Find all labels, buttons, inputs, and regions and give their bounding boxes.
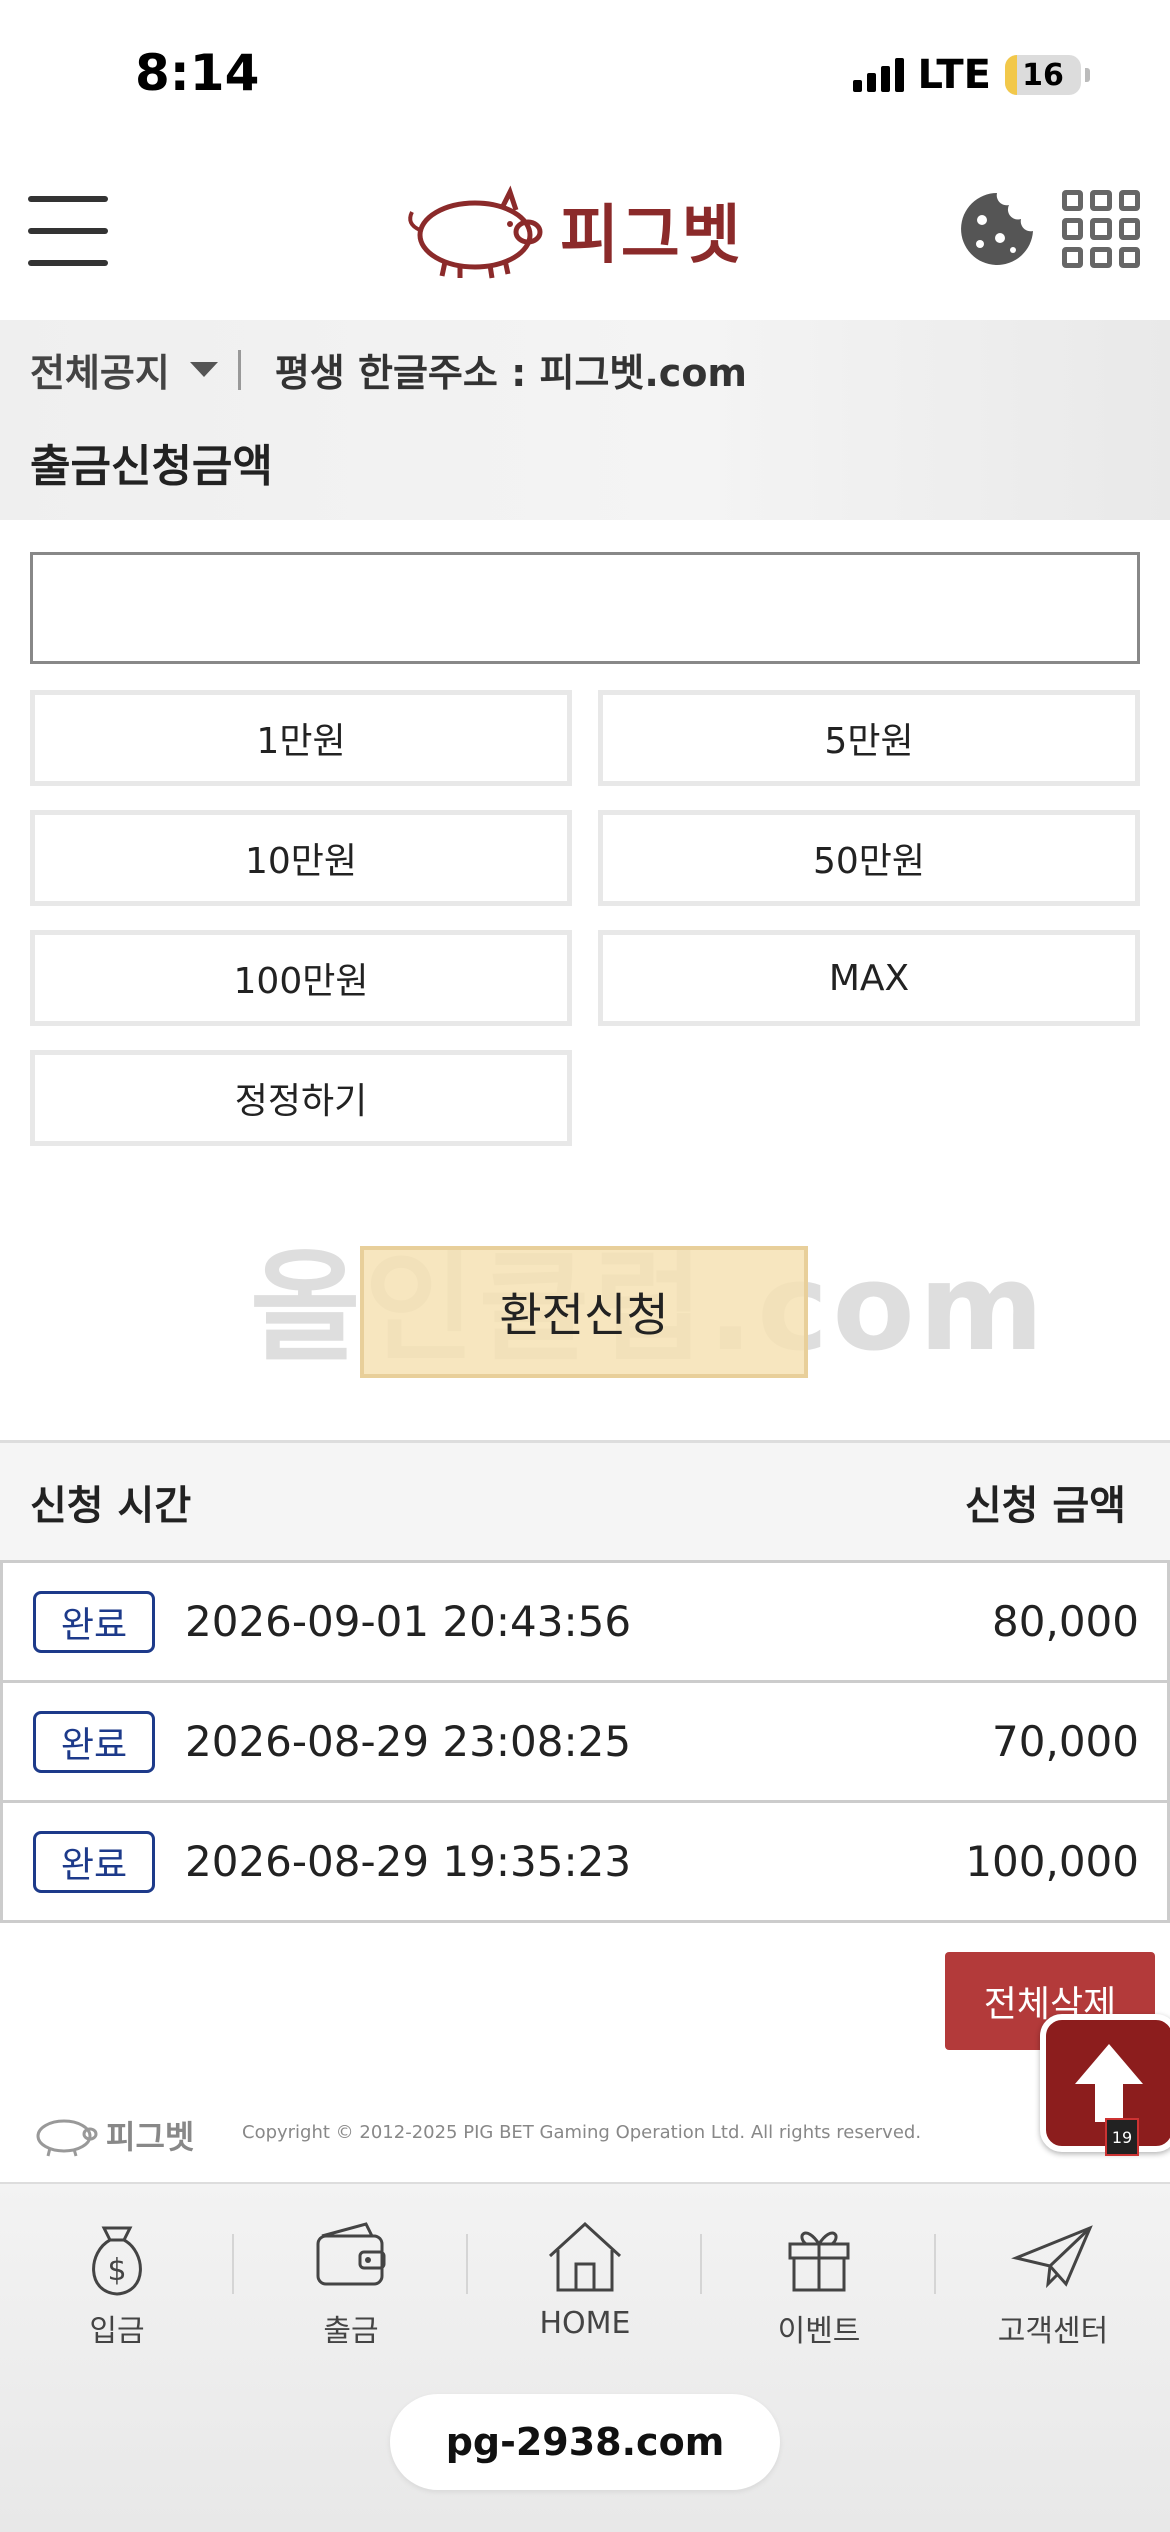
- cookie-icon[interactable]: [958, 190, 1036, 268]
- signal-icon: [852, 58, 904, 92]
- status-badge: 완료: [33, 1710, 155, 1773]
- withdraw-history-table: 신청 시간 신청 금액 완료 2026-09-01 20:43:56 80,00…: [0, 1440, 1170, 1923]
- battery-icon: 16: [1005, 55, 1081, 95]
- divider: [237, 349, 241, 390]
- status-badge: 완료: [33, 1830, 155, 1893]
- table-row: 완료 2026-09-01 20:43:56 80,000: [0, 1563, 1170, 1683]
- browser-url-bar[interactable]: pg-2938.com: [390, 2394, 780, 2490]
- submit-area: 올인클럽.com 환전신청: [0, 1180, 1170, 1410]
- quick-amount-button[interactable]: 100만원: [30, 930, 572, 1026]
- brand-logo[interactable]: 피그벳: [400, 180, 743, 280]
- apps-grid-icon[interactable]: [1062, 190, 1140, 268]
- row-time: 2026-09-01 20:43:56: [185, 1597, 632, 1646]
- notice-category[interactable]: 전체공지: [30, 342, 170, 397]
- table-header: 신청 시간 신청 금액: [0, 1443, 1170, 1563]
- svg-text:$: $: [107, 2253, 126, 2288]
- logo-text: 피그벳: [560, 199, 743, 273]
- battery-cap: [1085, 68, 1090, 82]
- footer-logo: 피그벳: [30, 2110, 194, 2160]
- wallet-icon: [316, 2222, 386, 2286]
- status-indicators: LTE 16: [852, 52, 1090, 98]
- row-amount: 80,000: [992, 1597, 1139, 1646]
- nav-support[interactable]: 고객센터: [936, 2214, 1170, 2350]
- quick-amount-button[interactable]: 1만원: [30, 690, 572, 786]
- nav-label: 고객센터: [997, 2314, 1109, 2349]
- column-header-time: 신청 시간: [30, 1482, 192, 1529]
- notice-bar: 전체공지 평생 한글주소 : 피그벳.com 출금신청금액: [0, 320, 1170, 520]
- nav-withdraw[interactable]: 출금: [234, 2214, 468, 2350]
- page-title: 출금신청금액: [30, 441, 273, 492]
- status-time: 8:14: [135, 44, 260, 102]
- chevron-down-icon[interactable]: [189, 362, 218, 377]
- nav-label: 입금: [89, 2314, 145, 2349]
- row-amount: 100,000: [965, 1837, 1139, 1886]
- nav-label: HOME: [539, 2306, 631, 2341]
- nav-event[interactable]: 이벤트: [702, 2214, 936, 2350]
- nav-home[interactable]: HOME: [468, 2214, 702, 2341]
- quick-amount-button[interactable]: 50만원: [598, 810, 1140, 906]
- max-amount-button[interactable]: MAX: [598, 930, 1140, 1026]
- quick-amount-button[interactable]: 5만원: [598, 690, 1140, 786]
- menu-icon[interactable]: [28, 196, 108, 266]
- footer-logo-text: 피그벳: [106, 2118, 195, 2156]
- paper-plane-icon: [1011, 2225, 1093, 2289]
- nav-deposit[interactable]: $ 입금: [0, 2214, 234, 2350]
- table-row: 완료 2026-08-29 23:08:25 70,000: [0, 1683, 1170, 1803]
- status-bar: 8:14 LTE 16: [0, 0, 1170, 150]
- home-icon: [548, 2221, 622, 2292]
- battery-level: 16: [1022, 57, 1064, 93]
- pig-icon: [36, 2119, 98, 2157]
- quick-amount-button[interactable]: 10만원: [30, 810, 572, 906]
- withdraw-submit-button[interactable]: 환전신청: [360, 1246, 808, 1378]
- notice-row[interactable]: 전체공지 평생 한글주소 : 피그벳.com: [30, 342, 747, 397]
- row-amount: 70,000: [992, 1717, 1139, 1766]
- network-label: LTE: [917, 52, 991, 98]
- age-restriction-badge: 19: [1105, 2118, 1139, 2156]
- footer: 피그벳 Copyright © 2012-2025 PIG BET Gaming…: [0, 2100, 1170, 2180]
- withdraw-amount-input[interactable]: [30, 552, 1140, 664]
- row-time: 2026-08-29 23:08:25: [185, 1717, 632, 1766]
- nav-label: 이벤트: [777, 2314, 861, 2349]
- notice-text: 평생 한글주소 : 피그벳.com: [274, 351, 748, 395]
- gift-icon: [788, 2231, 850, 2292]
- column-header-amount: 신청 금액: [964, 1482, 1126, 1529]
- row-time: 2026-08-29 19:35:23: [185, 1837, 632, 1886]
- money-bag-icon: $: [92, 2226, 142, 2296]
- table-row: 완료 2026-08-29 19:35:23 100,000: [0, 1803, 1170, 1923]
- reset-button[interactable]: 정정하기: [30, 1050, 572, 1146]
- pig-icon: [408, 185, 543, 279]
- status-badge: 완료: [33, 1590, 155, 1653]
- copyright-text: Copyright © 2012-2025 PIG BET Gaming Ope…: [242, 2122, 922, 2143]
- app-header: 피그벳: [0, 150, 1170, 320]
- nav-label: 출금: [323, 2314, 379, 2349]
